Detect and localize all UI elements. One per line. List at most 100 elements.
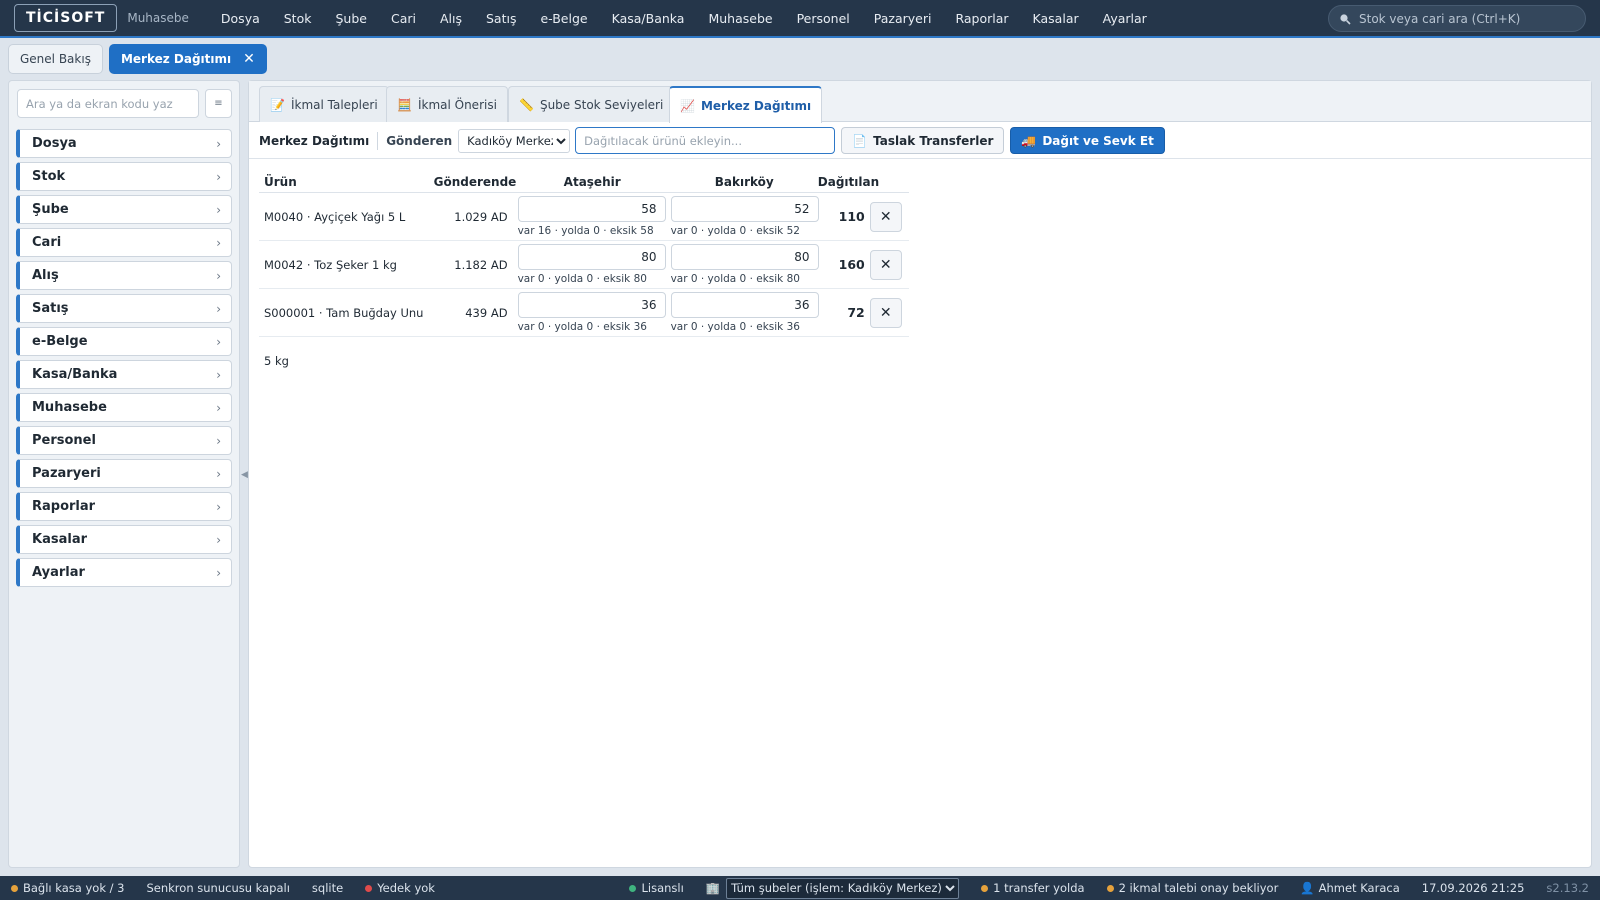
topmenu-dosya[interactable]: Dosya [209, 11, 272, 26]
sender-select[interactable]: Kadıköy Merkez [458, 128, 571, 153]
close-icon[interactable]: ✕ [243, 51, 255, 67]
status-license-text: Lisanslı [641, 881, 684, 895]
sub-tab-bar: 📝 İkmal Talepleri 🧮 İkmal Önerisi 📏 Şube St… [249, 81, 1591, 123]
topmenu-satis[interactable]: Satış [474, 11, 528, 26]
qty-input-atasehir[interactable] [517, 292, 666, 318]
qty-input-atasehir[interactable] [517, 196, 666, 222]
sidebar-item-ayarlar[interactable]: Ayarlar › [16, 558, 232, 587]
sidebar-item-personel[interactable]: Personel › [16, 426, 232, 455]
tab-central-distribution-sub[interactable]: 📈 Merkez Dağıtımı [669, 86, 823, 123]
status-register-text: Bağlı kasa yok / 3 [23, 881, 125, 895]
sidebar-item-pazaryeri[interactable]: Pazaryeri › [16, 459, 232, 488]
remove-row-button[interactable]: ✕ [869, 250, 902, 280]
topmenu-sube[interactable]: Şube [323, 11, 378, 26]
sidebar-item-satis[interactable]: Satış › [16, 294, 232, 323]
topmenu-stok[interactable]: Stok [272, 11, 324, 26]
sidebar-collapse-handle[interactable]: ◀ [241, 470, 248, 480]
topmenu-cari[interactable]: Cari [379, 11, 428, 26]
tab-branch-stock-levels[interactable]: 📏 Şube Stok Seviyeleri [508, 86, 675, 122]
topmenu-personel[interactable]: Personel [785, 11, 862, 26]
close-icon: ✕ [879, 305, 892, 321]
truck-icon: 🚚 [1021, 133, 1037, 148]
close-icon: ✕ [879, 257, 892, 273]
row-actions: ✕ [869, 289, 909, 328]
row-at-sender: 439 AD [465, 306, 508, 320]
sidebar-item-stok[interactable]: Stok › [16, 162, 232, 191]
sidebar-item-label: Satış [32, 301, 69, 316]
qty-input-bakirkoy[interactable] [670, 196, 819, 222]
chevron-right-icon: › [216, 169, 221, 184]
page-tabs: Genel Bakış Merkez Dağıtımı ✕ [8, 44, 267, 75]
global-search-input[interactable] [1359, 11, 1579, 26]
table-row: M0042 · Toz Şeker 1 kg 1.182 AD var 0 · … [259, 241, 909, 289]
tab-overview-label: Genel Bakış [20, 52, 91, 66]
distribution-table: Ürün Gönderende Ataşehir Bakırköy Dağıtı… [259, 171, 909, 368]
chevron-right-icon: › [216, 136, 221, 151]
sidebar-item-sube[interactable]: Şube › [16, 195, 232, 224]
sidebar-item-label: Cari [32, 235, 62, 250]
topmenu-raporlar[interactable]: Raporlar [943, 11, 1020, 26]
tab-label: İkmal Talepleri [290, 97, 378, 112]
sidebar-item-muhasebe[interactable]: Muhasebe › [16, 393, 232, 422]
sidebar-item-kasalar[interactable]: Kasalar › [16, 525, 232, 554]
status-db: sqlite [301, 881, 354, 895]
status-requests[interactable]: 2 ikmal talebi onay bekliyor [1096, 881, 1290, 895]
tab-label: Şube Stok Seviyeleri [539, 97, 664, 112]
chevron-right-icon: › [216, 433, 221, 448]
user-icon: 👤 [1300, 881, 1315, 895]
list-menu-icon[interactable]: ≡ [205, 89, 232, 118]
table-row: M0040 · Ayçiçek Yağı 5 L 1.029 AD var 16… [259, 193, 909, 241]
topmenu-alis[interactable]: Alış [428, 11, 474, 26]
chevron-right-icon: › [216, 499, 221, 514]
sidebar-item-label: Personel [32, 433, 96, 448]
abacus-icon: 🧮 [397, 97, 412, 112]
branch-select[interactable]: Tüm şubeler (işlem: Kadıköy Merkez) [726, 877, 960, 899]
sidebar-item-label: Raporlar [32, 499, 96, 514]
search-icon [1340, 13, 1351, 25]
topmenu-pazaryeri[interactable]: Pazaryeri [862, 11, 944, 26]
topmenu-kasa-banka[interactable]: Kasa/Banka [600, 11, 697, 26]
sidebar-item-kasa-banka[interactable]: Kasa/Banka › [16, 360, 232, 389]
status-user[interactable]: 👤 Ahmet Karaca [1289, 881, 1410, 895]
sidebar-item-label: e-Belge [32, 334, 88, 349]
sidebar-item-cari[interactable]: Cari › [16, 228, 232, 257]
status-transfer[interactable]: 1 transfer yolda [970, 881, 1095, 895]
qty-input-atasehir[interactable] [517, 244, 666, 270]
stock-hint: var 0 · yolda 0 · eksik 80 [517, 273, 647, 285]
sidebar-search-input[interactable] [17, 89, 199, 118]
sidebar-item-ebelge[interactable]: e-Belge › [16, 327, 232, 356]
topmenu-ebelge[interactable]: e-Belge [528, 11, 599, 26]
topmenu-muhasebe[interactable]: Muhasebe [696, 11, 784, 26]
chevron-right-icon: › [216, 268, 221, 283]
tab-overview[interactable]: Genel Bakış [8, 44, 103, 74]
tab-replenishment-requests[interactable]: 📝 İkmal Talepleri [259, 86, 389, 122]
status-transfer-text: 1 transfer yolda [993, 881, 1085, 895]
building-icon: 🏢 [705, 881, 721, 895]
draft-transfers-button[interactable]: 📄 Taslak Transferler [841, 127, 1005, 154]
topmenu-kasalar[interactable]: Kasalar [1021, 11, 1091, 26]
sidebar-item-dosya[interactable]: Dosya › [16, 129, 232, 158]
sidebar-item-alis[interactable]: Alış › [16, 261, 232, 290]
distribute-ship-button[interactable]: 🚚 Dağıt ve Sevk Et [1010, 127, 1165, 154]
tab-label: Merkez Dağıtımı [700, 98, 812, 113]
status-sync-text: Senkron sunucusu kapalı [146, 881, 290, 895]
qty-input-bakirkoy[interactable] [670, 292, 819, 318]
header-branch-bakirkoy: Bakırköy [714, 174, 774, 189]
sidebar-item-raporlar[interactable]: Raporlar › [16, 492, 232, 521]
status-requests-text: 2 ikmal talebi onay bekliyor [1118, 881, 1279, 895]
tab-label: İkmal Önerisi [417, 97, 497, 112]
tab-replenishment-suggestion[interactable]: 🧮 İkmal Önerisi [386, 86, 508, 122]
app-logo[interactable]: TİCİSOFT [14, 4, 118, 32]
sidebar-menu: Dosya › Stok › Şube › Cari › Alış › Satış › e-… [16, 129, 232, 591]
tab-central-distribution[interactable]: Merkez Dağıtımı ✕ [108, 44, 267, 74]
status-user-text: Ahmet Karaca [1318, 881, 1400, 895]
product-add-input[interactable] [575, 127, 836, 154]
remove-row-button[interactable]: ✕ [869, 298, 902, 328]
distribute-ship-label: Dağıt ve Sevk Et [1042, 133, 1154, 148]
remove-row-button[interactable]: ✕ [869, 202, 902, 232]
top-bar: TİCİSOFT Muhasebe Dosya Stok Şube Cari A… [0, 0, 1600, 38]
row-branch-atasehir: var 16 · yolda 0 · eksik 58 [513, 193, 666, 237]
qty-input-bakirkoy[interactable] [670, 244, 819, 270]
chevron-right-icon: › [216, 301, 221, 316]
topmenu-ayarlar[interactable]: Ayarlar [1091, 11, 1159, 26]
